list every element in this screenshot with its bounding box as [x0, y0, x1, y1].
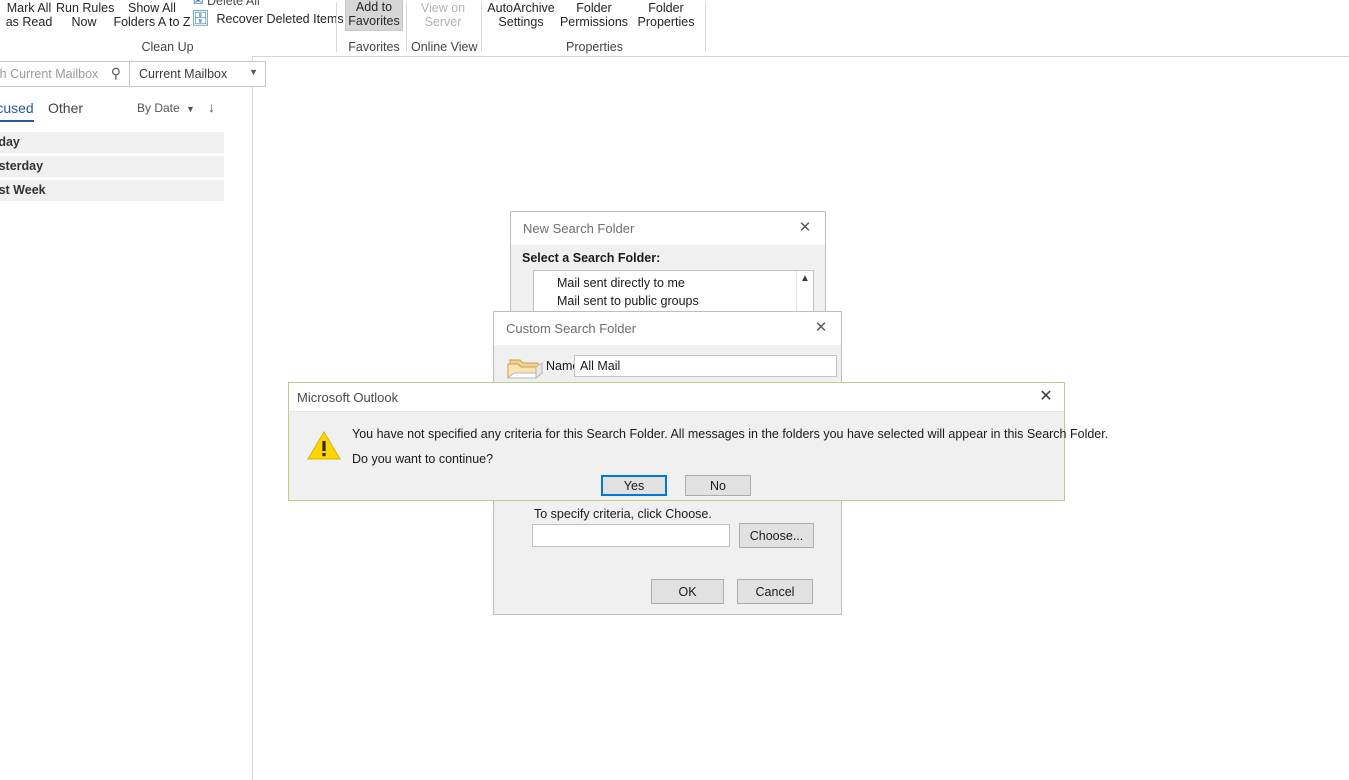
no-button[interactable]: No — [685, 475, 751, 496]
search-icon: ⚲ — [110, 65, 121, 81]
ribbon-group-online-view: View on Server Online View — [411, 0, 478, 56]
ribbon-separator-2 — [406, 2, 407, 52]
alert-message-line1: You have not specified any criteria for … — [352, 427, 1109, 441]
criteria-hint-label: To specify criteria, click Choose. — [534, 507, 712, 521]
custom-search-folder-titlebar: Custom Search Folder ✕ — [494, 312, 841, 345]
ribbon-group-label-cleanup: Clean Up — [141, 40, 194, 54]
yes-button[interactable]: Yes — [601, 475, 667, 496]
mark-all-as-read-label-line1: Mark All — [6, 1, 52, 15]
ribbon-group-label-favorites: Favorites — [348, 40, 400, 54]
run-rules-now-label-line2: Now — [71, 15, 97, 29]
search-placeholder: Search Current Mailbox — [0, 67, 99, 81]
ribbon-group-favorites: Add to Favorites Favorites — [345, 0, 403, 56]
focused-other-tabs: Focused Other By Date ▼ ↓ — [0, 98, 252, 126]
view-on-server-label-line1: View on — [420, 1, 466, 15]
outlook-warning-dialog: Microsoft Outlook ✕ You have not specifi… — [288, 382, 1108, 501]
sort-by-label: By Date — [137, 101, 180, 115]
folder-permissions-label-line1: Folder — [576, 1, 612, 15]
warning-triangle-icon — [307, 431, 341, 460]
folder-permissions-label-line2: Permissions — [559, 15, 629, 29]
ribbon-group-cleanup: Mark All as Read Run Rules Now Show All … — [0, 0, 344, 56]
choose-button[interactable]: Choose... — [739, 523, 814, 548]
mark-all-as-read-button[interactable]: Mark All as Read — [2, 1, 56, 29]
folder-properties-button[interactable]: Folder Properties — [631, 1, 701, 29]
search-folder-name-input[interactable] — [574, 355, 837, 377]
criteria-input[interactable] — [532, 524, 730, 547]
ribbon-group-label-properties: Properties — [566, 40, 623, 54]
date-group-label: Last Week — [0, 183, 46, 197]
recover-deleted-items-label: Recover Deleted Items — [216, 12, 344, 26]
ribbon-toolbar: Mark All as Read Run Rules Now Show All … — [0, 0, 1349, 57]
chevron-down-icon: ▼ — [186, 104, 195, 114]
folder-properties-label-line1: Folder — [648, 1, 684, 15]
search-input[interactable]: Search Current Mailbox ⚲ — [0, 61, 130, 87]
autoarchive-settings-button[interactable]: AutoArchive Settings — [486, 1, 556, 29]
tab-other[interactable]: Other — [48, 100, 83, 116]
select-a-search-folder-label: Select a Search Folder: — [522, 251, 661, 265]
ribbon-separator-4 — [705, 2, 706, 52]
alert-message-line2: Do you want to continue? — [352, 452, 494, 466]
mark-all-as-read-label-line2: as Read — [5, 15, 53, 29]
alert-titlebar: Microsoft Outlook ✕ — [289, 383, 1064, 412]
sort-direction-button[interactable]: ↓ — [208, 99, 215, 115]
custom-search-folder-title: Custom Search Folder — [506, 321, 637, 336]
folder-properties-label-line2: Properties — [637, 15, 695, 29]
show-all-folders-a-to-z-button[interactable]: Show All Folders A to Z — [112, 1, 192, 29]
view-on-server-button: View on Server — [411, 1, 475, 29]
ribbon-group-properties: AutoArchive Settings Folder Permissions … — [486, 0, 703, 56]
search-scope-label: Current Mailbox — [139, 67, 228, 81]
show-all-folders-label-line1: Show All — [128, 1, 176, 15]
recover-deleted-items-button[interactable]: 🗄 Recover Deleted Items — [191, 10, 344, 27]
new-search-folder-title: New Search Folder — [523, 221, 635, 236]
close-icon[interactable]: ✕ — [1036, 387, 1056, 407]
search-row: Search Current Mailbox ⚲ Current Mailbox… — [0, 61, 266, 87]
date-group-label: Today — [0, 135, 20, 149]
date-group-label: Yesterday — [0, 159, 44, 173]
ribbon-group-label-online-view: Online View — [411, 40, 478, 54]
add-to-favorites-label-line2: Favorites — [348, 14, 400, 28]
close-icon[interactable]: ✕ — [795, 218, 815, 238]
date-group-today[interactable]: Today — [0, 132, 224, 154]
date-group-yesterday[interactable]: Yesterday — [0, 156, 224, 178]
chevron-down-icon: ▼ — [249, 67, 258, 77]
new-search-folder-titlebar: New Search Folder ✕ — [511, 212, 825, 245]
ribbon-separator-1 — [336, 2, 337, 52]
search-scope-dropdown[interactable]: Current Mailbox ▼ — [131, 61, 266, 87]
sort-by-dropdown[interactable]: By Date ▼ — [137, 101, 195, 115]
ribbon-separator-3 — [481, 2, 482, 52]
run-rules-now-button[interactable]: Run Rules Now — [56, 1, 115, 29]
delete-all-icon: ✉ — [193, 0, 204, 8]
run-rules-now-label-line1: Run Rules — [56, 1, 115, 15]
recover-deleted-items-icon: 🗄 — [191, 10, 211, 27]
show-all-folders-label-line2: Folders A to Z — [113, 15, 191, 29]
alert-title: Microsoft Outlook — [297, 390, 399, 405]
mail-list-pane: Search Current Mailbox ⚲ Current Mailbox… — [0, 56, 266, 780]
delete-all-label: Delete All — [206, 0, 260, 8]
close-icon[interactable]: ✕ — [811, 318, 831, 338]
cancel-button[interactable]: Cancel — [737, 579, 813, 604]
scroll-up-icon[interactable]: ▲ — [797, 271, 813, 286]
add-to-favorites-label-line1: Add to — [355, 0, 393, 14]
ok-button[interactable]: OK — [651, 579, 724, 604]
autoarchive-settings-label-line2: Settings — [498, 15, 544, 29]
tab-focused[interactable]: Focused — [0, 100, 34, 122]
folder-permissions-button[interactable]: Folder Permissions — [557, 1, 631, 29]
add-to-favorites-button[interactable]: Add to Favorites — [345, 0, 403, 31]
autoarchive-settings-label-line1: AutoArchive — [487, 1, 555, 15]
date-group-last-week[interactable]: Last Week — [0, 180, 224, 202]
delete-all-button[interactable]: ✉ Delete All — [193, 0, 260, 8]
list-item[interactable]: Mail sent to public groups — [557, 294, 699, 308]
view-on-server-label-line2: Server — [424, 15, 462, 29]
list-item[interactable]: Mail sent directly to me — [557, 276, 685, 290]
